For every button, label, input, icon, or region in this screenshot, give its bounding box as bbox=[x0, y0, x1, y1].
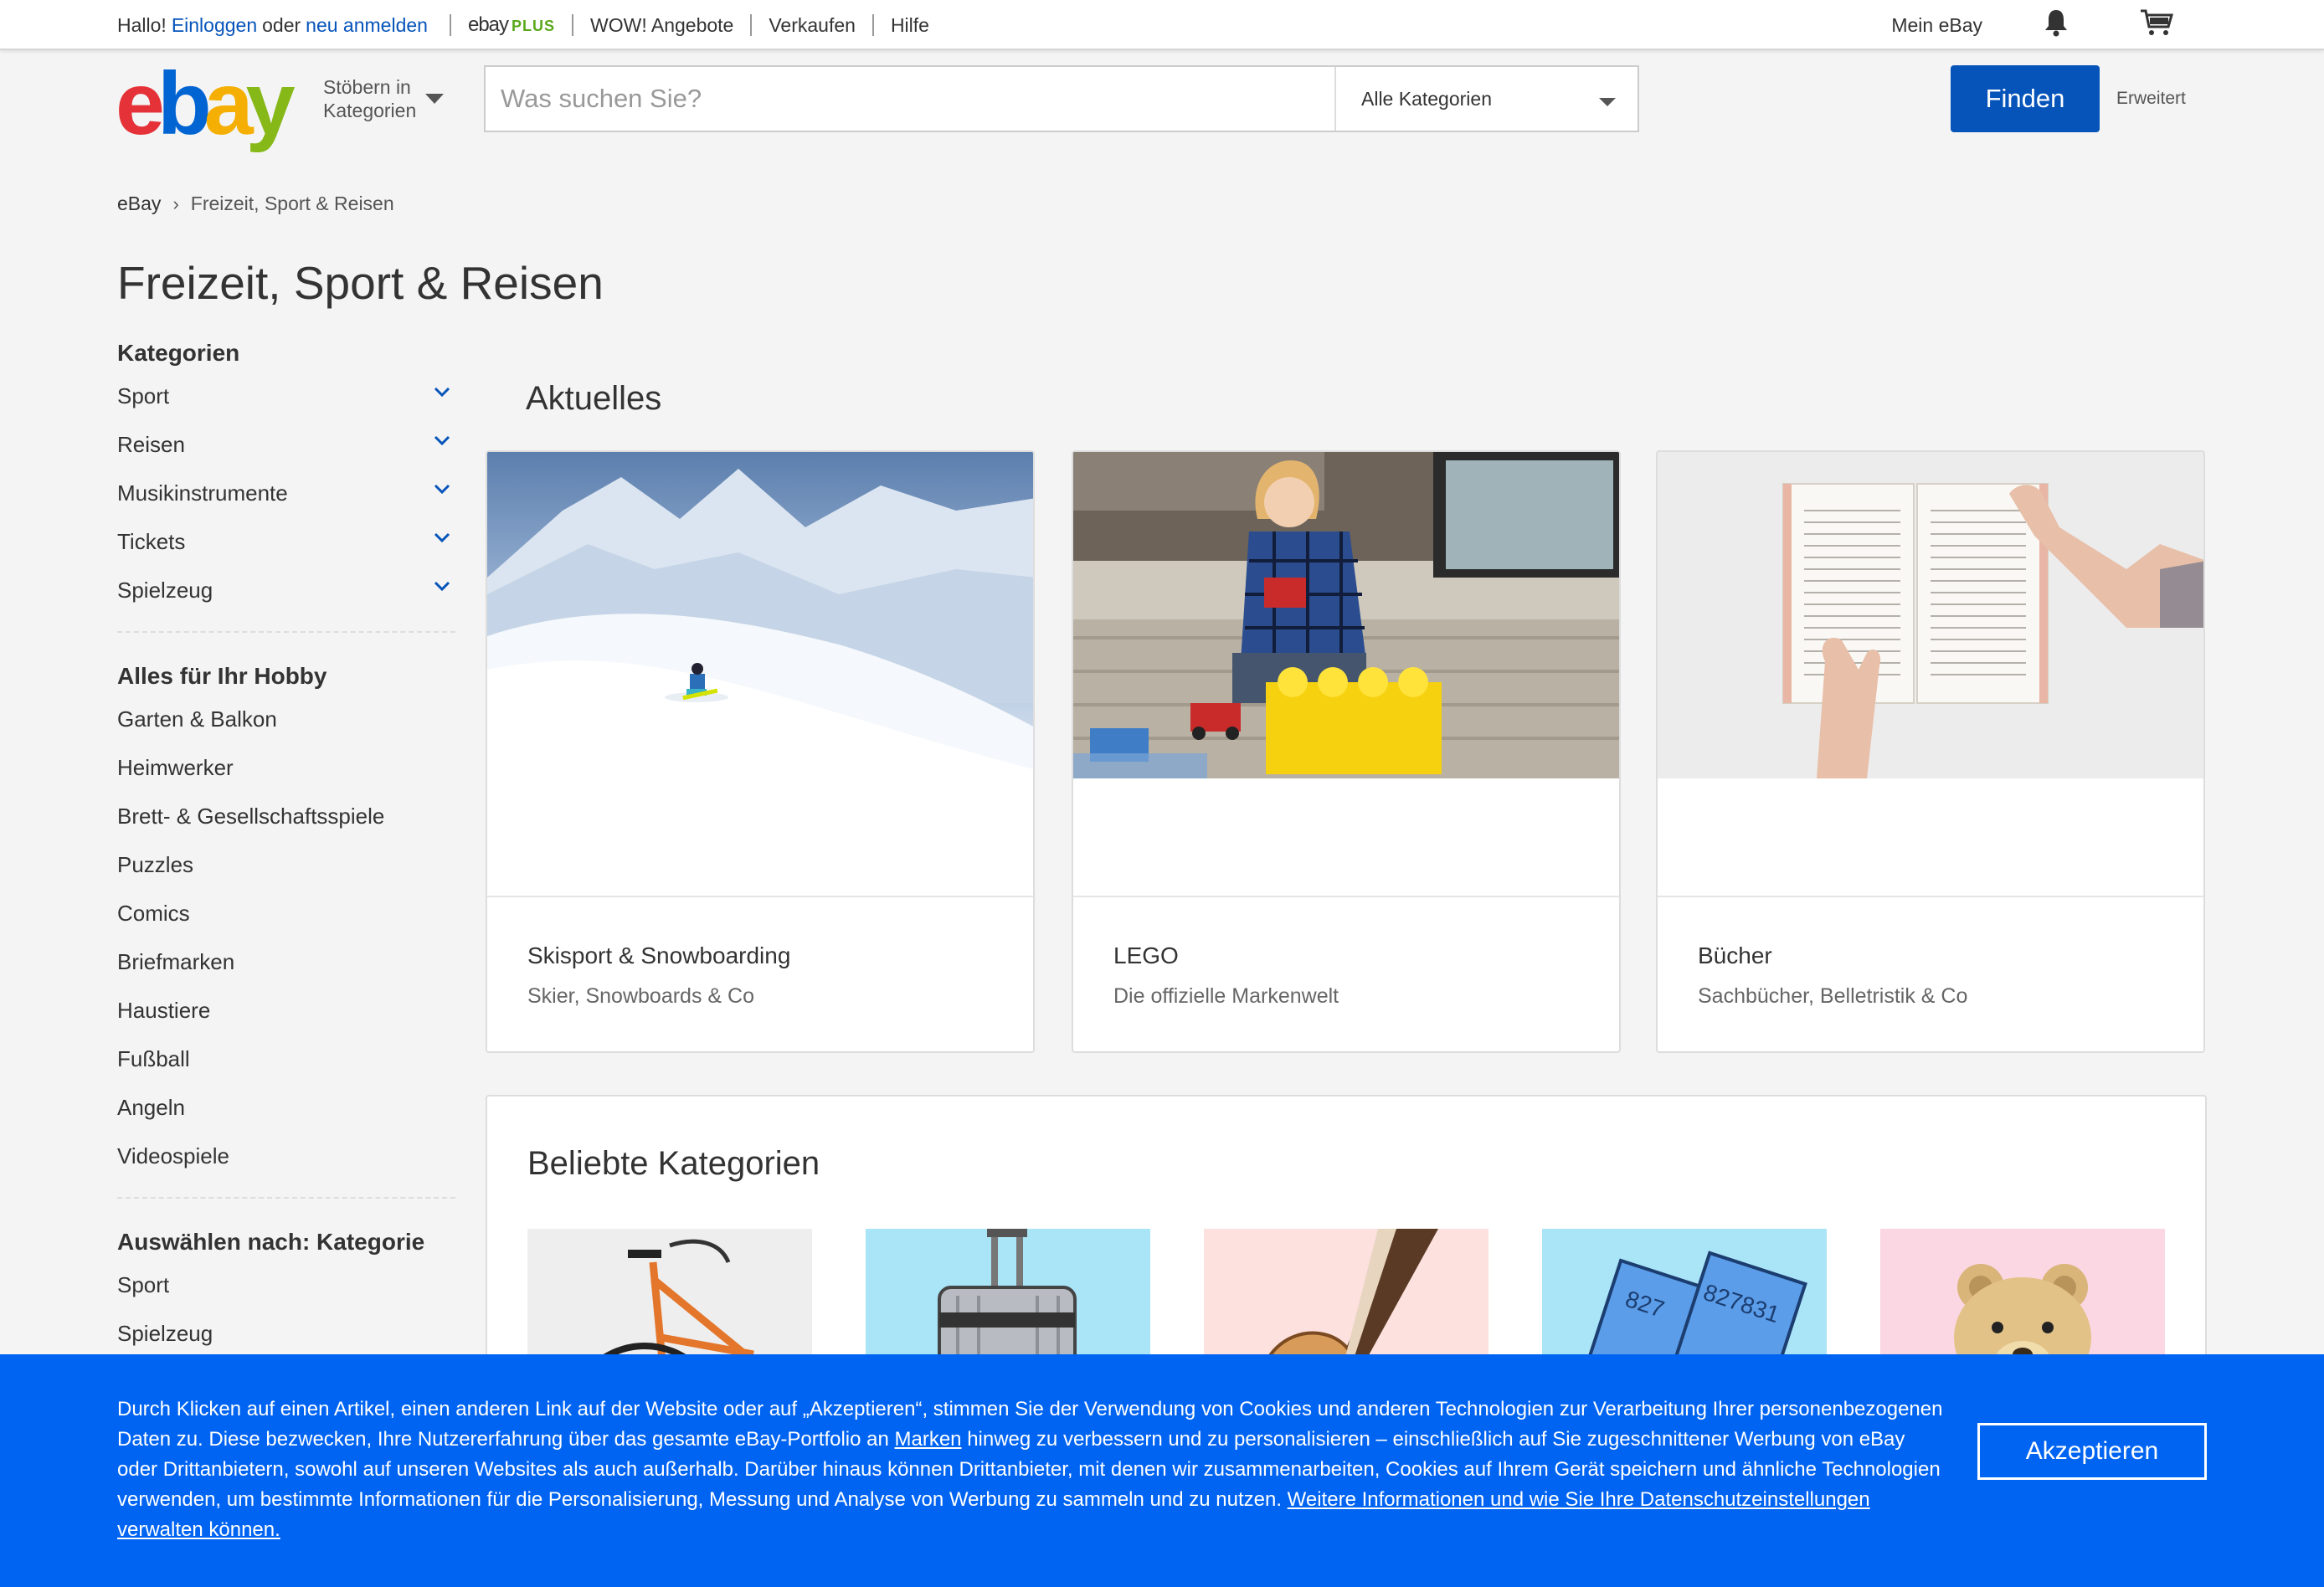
cookie-banner: Durch Klicken auf einen Artikel, einen a… bbox=[0, 1354, 2324, 1587]
sidebar-heading-categories: Kategorien bbox=[117, 340, 240, 366]
book-image bbox=[1658, 452, 2203, 778]
logo-letter-a: a bbox=[203, 54, 254, 153]
ebay-logo[interactable]: ebay bbox=[116, 54, 296, 154]
sidebar-item-comics[interactable]: Comics bbox=[117, 889, 455, 937]
search-input[interactable] bbox=[486, 67, 1334, 131]
divider bbox=[872, 14, 874, 36]
or-text: oder bbox=[262, 13, 301, 36]
chevron-down-icon[interactable] bbox=[434, 432, 450, 449]
breadcrumb-current: Freizeit, Sport & Reisen bbox=[190, 193, 394, 214]
bell-icon[interactable] bbox=[2043, 8, 2069, 42]
cookie-text: Durch Klicken auf einen Artikel, einen a… bbox=[117, 1394, 1951, 1545]
sidebar-item-fussball[interactable]: Fußball bbox=[117, 1035, 455, 1083]
logo-letter-e: e bbox=[116, 54, 165, 153]
browse-line-1: Stöbern in bbox=[323, 76, 411, 98]
chevron-down-icon[interactable] bbox=[434, 529, 450, 546]
category-select-value: Alle Kategorien bbox=[1361, 87, 1492, 110]
sidebar-item-briefmarken[interactable]: Briefmarken bbox=[117, 937, 455, 986]
sidebar-item-select-sport[interactable]: Sport bbox=[117, 1261, 455, 1309]
card-skisport[interactable]: Skisport & Snowboarding Skier, Snowboard… bbox=[486, 450, 1035, 1053]
sidebar-divider bbox=[117, 631, 455, 633]
chevron-down-icon[interactable] bbox=[434, 383, 450, 400]
chevron-right-icon: › bbox=[172, 193, 179, 214]
card-spacer bbox=[487, 778, 1033, 897]
my-ebay-link[interactable]: Mein eBay bbox=[1891, 14, 1982, 37]
sidebar-heading-hobby: Alles für Ihr Hobby bbox=[117, 663, 327, 689]
card-title: Skisport & Snowboarding bbox=[527, 942, 791, 968]
sidebar-item-label: Spielzeug bbox=[117, 578, 213, 603]
caret-down-icon bbox=[1599, 98, 1616, 106]
sidebar-item-reisen[interactable]: Reisen bbox=[117, 420, 455, 469]
logo-letter-b: b bbox=[157, 54, 212, 153]
aktuelles-heading: Aktuelles bbox=[526, 380, 662, 417]
card-lego[interactable]: LEGO Die offizielle Markenwelt bbox=[1072, 450, 1621, 1053]
search-bar: Alle Kategorien bbox=[484, 65, 1639, 132]
card-spacer bbox=[1658, 778, 2203, 897]
breadcrumb: eBay › Freizeit, Sport & Reisen bbox=[117, 193, 394, 215]
find-button[interactable]: Finden bbox=[1951, 65, 2100, 132]
header: ebay Stöbern in Kategorien Alle Kategori… bbox=[0, 50, 2324, 154]
sidebar-item-label: Reisen bbox=[117, 432, 185, 457]
sidebar-heading-select: Auswählen nach: Kategorie bbox=[117, 1229, 425, 1255]
card-subtitle: Sachbücher, Belletristik & Co bbox=[1698, 984, 1968, 1008]
sidebar-item-heimwerker[interactable]: Heimwerker bbox=[117, 743, 455, 792]
accept-cookies-button[interactable]: Akzeptieren bbox=[1977, 1423, 2207, 1480]
logo-letter-y: y bbox=[245, 54, 296, 153]
sidebar-item-label: Tickets bbox=[117, 529, 186, 554]
sidebar-item-musikinstrumente[interactable]: Musikinstrumente bbox=[117, 469, 455, 517]
advanced-search-link[interactable]: Erweitert bbox=[2116, 89, 2186, 109]
brands-link[interactable]: Marken bbox=[895, 1428, 962, 1451]
chevron-down-icon[interactable] bbox=[434, 480, 450, 497]
wow-deals-link[interactable]: WOW! Angebote bbox=[590, 14, 733, 37]
popular-categories-heading: Beliebte Kategorien bbox=[527, 1145, 820, 1182]
divider bbox=[572, 14, 574, 36]
card-title: Bücher bbox=[1698, 942, 1772, 968]
chevron-down-icon[interactable] bbox=[434, 578, 450, 594]
sell-link[interactable]: Verkaufen bbox=[769, 14, 856, 37]
card-buecher[interactable]: Bücher Sachbücher, Belletristik & Co bbox=[1656, 450, 2205, 1053]
sidebar-item-label: Sport bbox=[117, 383, 170, 408]
top-bar-right: Mein eBay bbox=[1891, 0, 2173, 50]
sidebar-divider bbox=[117, 1197, 455, 1199]
category-select[interactable]: Alle Kategorien bbox=[1334, 67, 1638, 131]
ski-image bbox=[487, 452, 1033, 778]
card-spacer bbox=[1073, 778, 1619, 897]
sidebar-item-puzzles[interactable]: Puzzles bbox=[117, 840, 455, 889]
card-subtitle: Skier, Snowboards & Co bbox=[527, 984, 754, 1008]
browse-categories-button[interactable]: Stöbern in Kategorien bbox=[323, 75, 416, 122]
divider bbox=[449, 14, 451, 36]
breadcrumb-home[interactable]: eBay bbox=[117, 193, 161, 215]
greeting-text: Hallo! bbox=[117, 13, 167, 36]
card-title: LEGO bbox=[1113, 942, 1179, 968]
top-bar: Hallo! Einloggen oder neu anmelden ebay … bbox=[0, 0, 2324, 50]
cart-icon[interactable] bbox=[2140, 8, 2173, 42]
lego-image bbox=[1073, 452, 1619, 778]
sidebar-item-sport[interactable]: Sport bbox=[117, 372, 455, 420]
browse-line-2: Kategorien bbox=[323, 100, 417, 121]
sidebar: Kategorien Sport Reisen Musikinstrumente… bbox=[117, 335, 455, 1358]
ebay-plus-link[interactable]: ebay PLUS bbox=[468, 13, 555, 37]
sidebar-item-videospiele[interactable]: Videospiele bbox=[117, 1132, 455, 1180]
register-link[interactable]: neu anmelden bbox=[306, 14, 428, 37]
caret-down-icon[interactable] bbox=[425, 94, 444, 104]
top-bar-left: Hallo! Einloggen oder neu anmelden ebay … bbox=[117, 0, 929, 50]
divider bbox=[750, 14, 753, 36]
sidebar-item-haustiere[interactable]: Haustiere bbox=[117, 986, 455, 1035]
sidebar-item-garten[interactable]: Garten & Balkon bbox=[117, 695, 455, 743]
sidebar-item-spielzeug[interactable]: Spielzeug bbox=[117, 566, 455, 614]
sidebar-item-angeln[interactable]: Angeln bbox=[117, 1083, 455, 1132]
sidebar-item-label: Musikinstrumente bbox=[117, 480, 288, 506]
help-link[interactable]: Hilfe bbox=[891, 14, 929, 37]
sidebar-item-brettspiele[interactable]: Brett- & Gesellschaftsspiele bbox=[117, 792, 455, 840]
ebay-plus-logo-ebay: ebay bbox=[467, 13, 509, 36]
ebay-plus-logo-plus: PLUS bbox=[512, 18, 556, 34]
page-title: Freizeit, Sport & Reisen bbox=[117, 257, 604, 309]
login-link[interactable]: Einloggen bbox=[172, 14, 257, 37]
sidebar-item-select-spielzeug[interactable]: Spielzeug bbox=[117, 1309, 455, 1358]
card-subtitle: Die offizielle Markenwelt bbox=[1113, 984, 1339, 1008]
sidebar-item-tickets[interactable]: Tickets bbox=[117, 517, 455, 566]
